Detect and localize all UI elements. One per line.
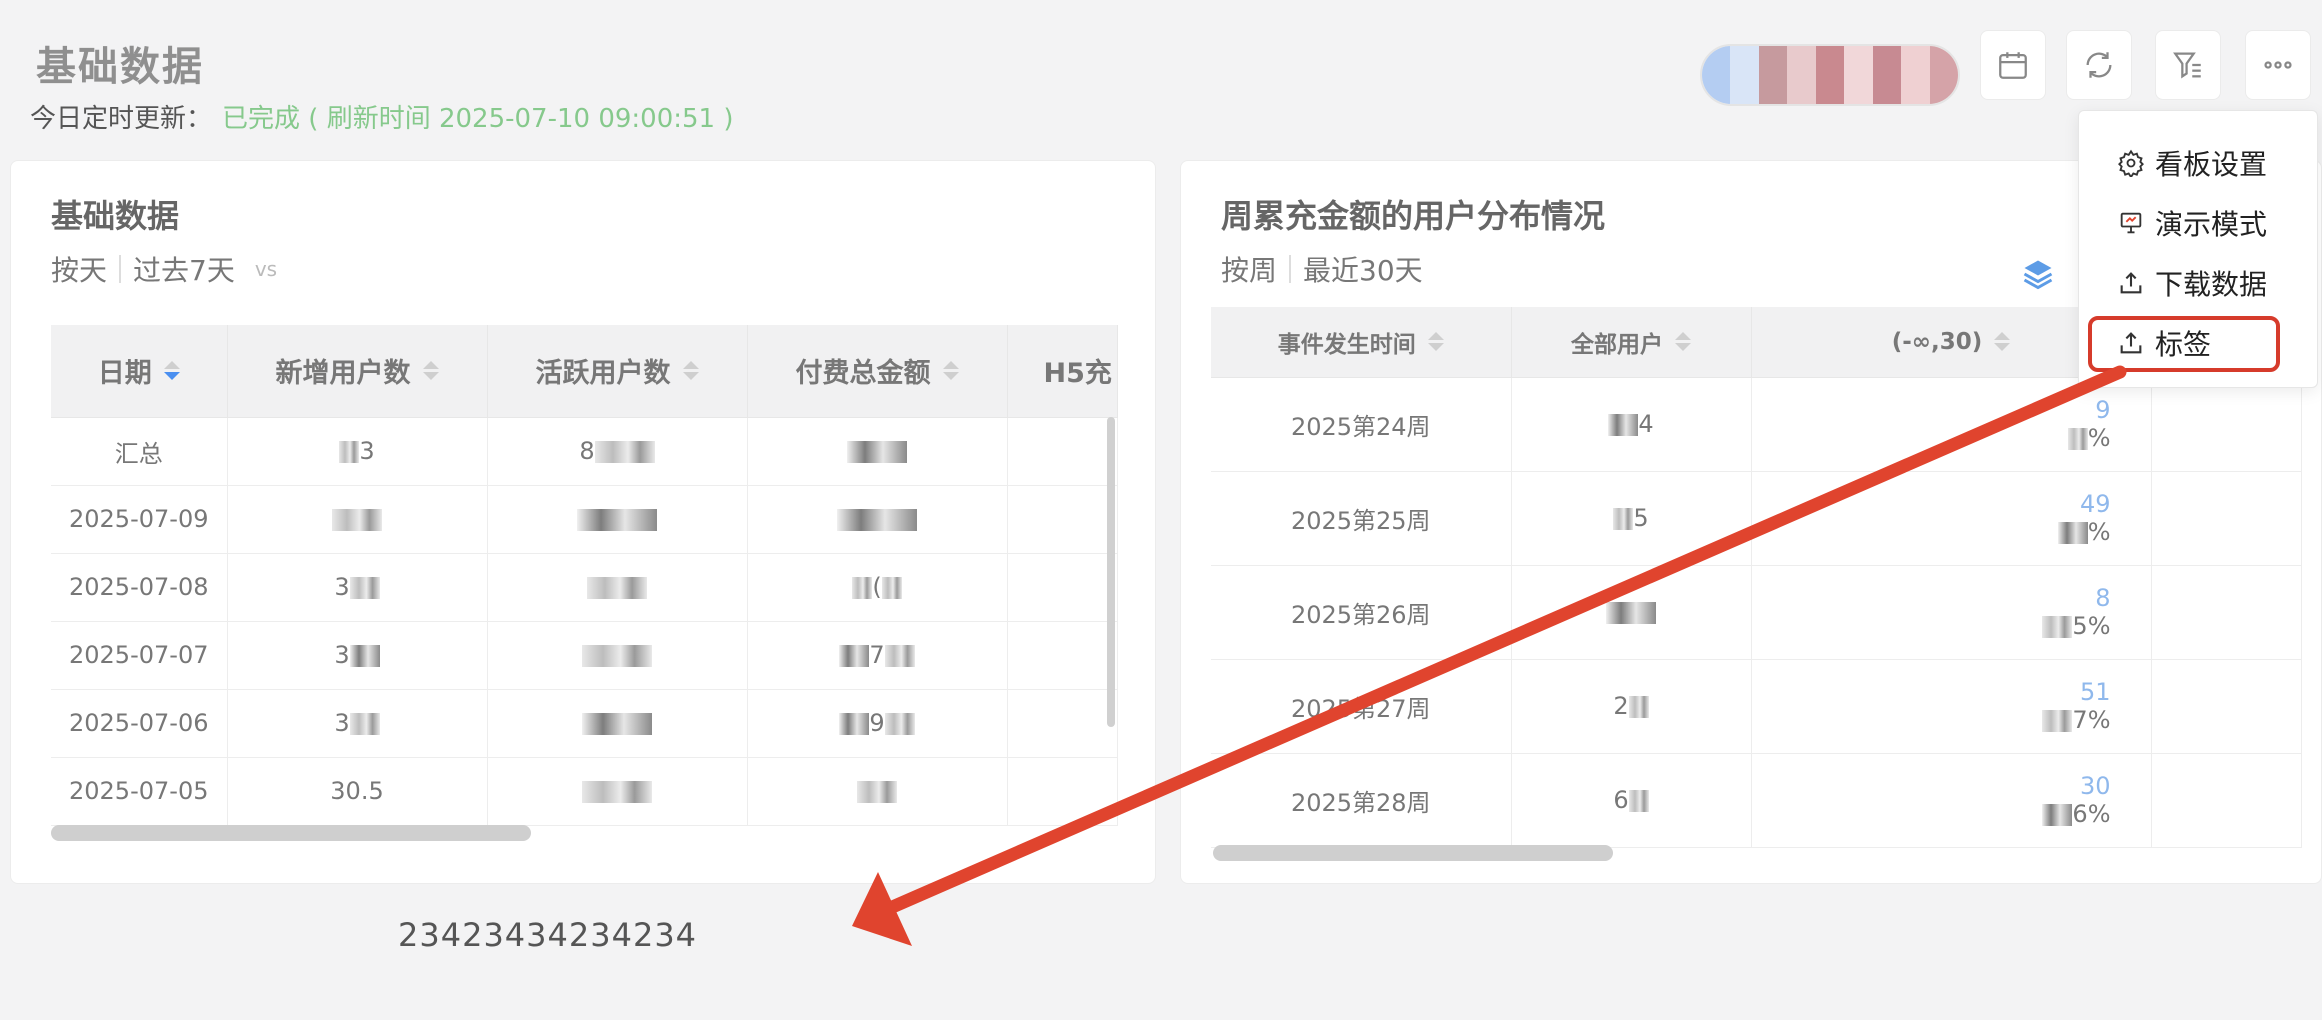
presentation-icon <box>2120 212 2142 234</box>
table-row: 2025-07-06 3 9 <box>51 689 1118 758</box>
update-info: 今日定时更新： 已完成 ( 刷新时间 2025-07-10 09:00:51 ) <box>30 98 734 135</box>
more-icon <box>2264 61 2292 69</box>
basic-data-card: 基础数据 按天 过去7天 vs 日期 新增用户数 活跃用户数 付费总金额 H5充… <box>10 160 1156 884</box>
filter-button[interactable] <box>2155 30 2221 100</box>
sort-icon[interactable] <box>1994 332 2011 352</box>
column-header-new-users[interactable]: 新增用户数 <box>227 325 488 418</box>
granularity-selector[interactable]: 按周 <box>1221 249 1277 289</box>
table-row: 2025第26周 8 5% <box>1211 565 2302 660</box>
sort-icon[interactable] <box>163 361 180 381</box>
annotation-highlight-box <box>2088 316 2280 372</box>
table-row: 2025-07-08 3 ( <box>51 553 1118 622</box>
annotation-number: 23423434234234 <box>398 916 698 954</box>
table-row: 2025-07-09 <box>51 485 1118 554</box>
gear-icon <box>2118 149 2144 177</box>
update-label: 今日定时更新： <box>30 104 213 134</box>
column-header-active-users[interactable]: 活跃用户数 <box>487 325 748 418</box>
column-header-h5[interactable]: H5充 <box>1007 325 1118 418</box>
table-row: 汇总 3 8 <box>51 417 1118 486</box>
table-row: 2025第25周 5 49% <box>1211 471 2302 566</box>
more-button[interactable] <box>2245 30 2311 100</box>
refresh-button[interactable] <box>2066 30 2132 100</box>
granularity-selector[interactable]: 按天 <box>51 249 107 289</box>
column-header-total-payment[interactable]: 付费总金额 <box>747 325 1008 418</box>
column-header-event-time[interactable]: 事件发生时间 <box>1211 307 1512 378</box>
recharge-distribution-table: 事件发生时间 全部用户 (-∞,30) 2025第24周 4 9% 2025第2… <box>1211 307 2302 848</box>
date-range-selector[interactable]: 过去7天 <box>133 249 235 289</box>
table-row: 2025-07-05 30.5 <box>51 757 1118 826</box>
table-row: 2025第28周 6 30 6% <box>1211 753 2302 848</box>
table-row: 2025第27周 2 51 7% <box>1211 659 2302 754</box>
date-range-selector[interactable]: 最近30天 <box>1303 249 1423 289</box>
layers-icon[interactable] <box>2020 256 2056 292</box>
card-title: 周累充金额的用户分布情况 <box>1221 197 1606 235</box>
menu-item-present-mode[interactable]: 演示模式 <box>2117 201 2267 245</box>
sort-icon[interactable] <box>942 361 959 381</box>
horizontal-scrollbar[interactable] <box>51 825 531 841</box>
update-status: 已完成 ( 刷新时间 2025-07-10 09:00:51 ) <box>222 104 734 134</box>
calendar-icon <box>1999 52 2027 79</box>
collaborator-avatars[interactable] <box>1700 44 1960 106</box>
basic-data-table: 日期 新增用户数 活跃用户数 付费总金额 H5充 汇总 3 8 2025-07-… <box>51 325 1118 826</box>
table-row: 2025第24周 4 9% <box>1211 377 2302 472</box>
upload-icon <box>2120 272 2142 294</box>
card-title: 基础数据 <box>51 197 180 235</box>
table-row: 2025-07-07 3 7 <box>51 621 1118 690</box>
menu-item-board-settings[interactable]: 看板设置 <box>2117 141 2267 185</box>
sort-icon[interactable] <box>422 361 439 381</box>
card-filters: 按天 过去7天 vs <box>51 249 277 289</box>
sort-icon[interactable] <box>1675 332 1691 352</box>
sort-icon[interactable] <box>682 361 699 381</box>
page-title: 基础数据 <box>36 44 204 90</box>
menu-item-download-data[interactable]: 下载数据 <box>2117 261 2267 305</box>
refresh-icon <box>2086 52 2112 78</box>
horizontal-scrollbar[interactable] <box>1213 845 1613 861</box>
compare-toggle[interactable]: vs <box>255 257 277 281</box>
sort-icon[interactable] <box>1427 332 1444 352</box>
filter-icon <box>2173 52 2201 79</box>
column-header-date[interactable]: 日期 <box>51 325 228 418</box>
card-filters: 按周 最近30天 <box>1221 249 1423 289</box>
calendar-button[interactable] <box>1980 30 2046 100</box>
vertical-scrollbar[interactable] <box>1107 417 1115 727</box>
column-header-all-users[interactable]: 全部用户 <box>1511 307 1752 378</box>
